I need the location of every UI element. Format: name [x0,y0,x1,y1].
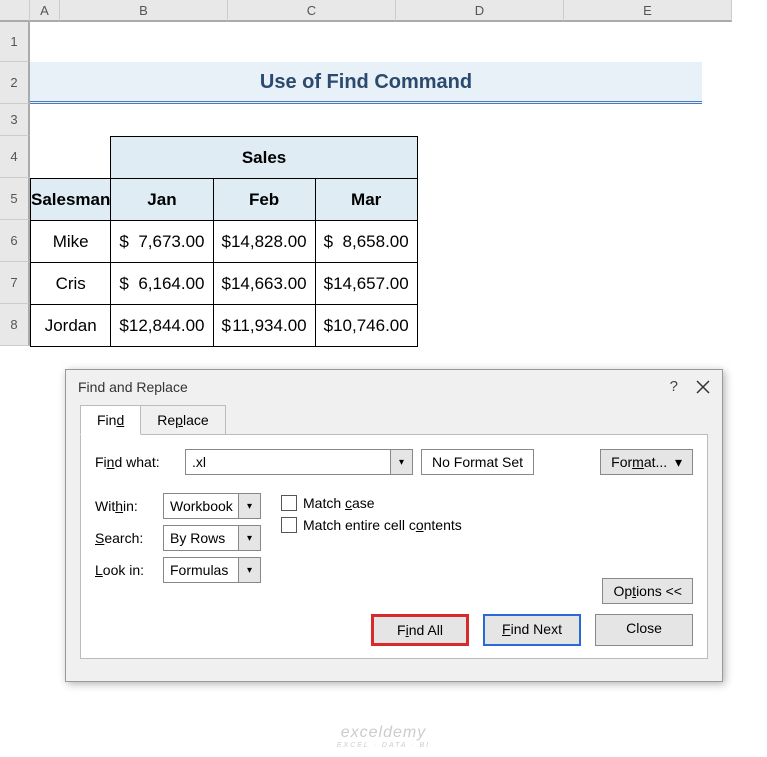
find-what-input-wrap: ▾ [185,449,413,475]
chevron-down-icon[interactable]: ▾ [238,494,260,518]
chevron-down-icon[interactable]: ▾ [238,558,260,582]
salesman-name[interactable]: Jordan [31,305,111,347]
lookin-select[interactable]: Formulas▾ [163,557,261,583]
month-feb[interactable]: Feb [213,179,315,221]
cell-value[interactable]: $14,663.00 [213,263,315,305]
cell-value[interactable]: $8,658.00 [315,221,417,263]
empty-cell[interactable] [31,137,111,179]
row-header-5[interactable]: 5 [0,178,30,220]
row-header-8[interactable]: 8 [0,304,30,346]
cell-value[interactable]: $14,828.00 [213,221,315,263]
watermark: exceldemy EXCEL · DATA · BI [337,724,430,749]
find-all-button[interactable]: Find All [371,614,469,646]
col-header-D[interactable]: D [396,0,564,22]
cell-value[interactable]: $6,164.00 [111,263,213,305]
dialog-title: Find and Replace [78,379,188,395]
format-button[interactable]: Format... ▾ [600,449,693,475]
row-header-2[interactable]: 2 [0,62,30,104]
row-header-6[interactable]: 6 [0,220,30,262]
sales-header[interactable]: Sales [111,137,417,179]
cell-value[interactable]: $10,746.00 [315,305,417,347]
within-label: Within: [95,498,157,514]
select-all-corner[interactable] [0,0,30,22]
page-title: Use of Find Command [30,62,702,104]
close-button[interactable]: Close [595,614,693,646]
sales-table: Sales Salesman Jan Feb Mar Mike $7,673.0… [30,136,418,347]
cell-value[interactable]: $14,657.00 [315,263,417,305]
table-row: Cris $6,164.00 $14,663.00 $14,657.00 [31,263,418,305]
search-label: Search: [95,530,157,546]
no-format-label: No Format Set [421,449,534,475]
row-header-1[interactable]: 1 [0,22,30,62]
month-mar[interactable]: Mar [315,179,417,221]
salesman-header[interactable]: Salesman [31,179,111,221]
tab-find[interactable]: Find [80,405,141,435]
col-header-C[interactable]: C [228,0,396,22]
col-header-E[interactable]: E [564,0,732,22]
find-next-button[interactable]: Find Next [483,614,581,646]
find-what-input[interactable] [186,452,390,472]
search-select[interactable]: By Rows▾ [163,525,261,551]
chevron-down-icon[interactable]: ▾ [238,526,260,550]
tab-replace[interactable]: Replace [140,405,225,435]
row-header-4[interactable]: 4 [0,136,30,178]
col-header-A[interactable]: A [30,0,60,22]
salesman-name[interactable]: Cris [31,263,111,305]
row-header-3[interactable]: 3 [0,104,30,136]
table-row: Jordan $12,844.00 $11,934.00 $10,746.00 [31,305,418,347]
match-case-label: Match case [303,495,375,511]
month-jan[interactable]: Jan [111,179,213,221]
cell-value[interactable]: $12,844.00 [111,305,213,347]
row-header-7[interactable]: 7 [0,262,30,304]
match-case-checkbox[interactable] [281,495,297,511]
find-what-label: Find what: [95,454,177,470]
lookin-label: Look in: [95,562,157,578]
match-entire-label: Match entire cell contents [303,517,462,533]
chevron-down-icon[interactable]: ▾ [390,450,412,474]
within-select[interactable]: Workbook▾ [163,493,261,519]
cell-value[interactable]: $11,934.00 [213,305,315,347]
cell-value[interactable]: $7,673.00 [111,221,213,263]
table-row: Mike $7,673.00 $14,828.00 $8,658.00 [31,221,418,263]
match-entire-checkbox[interactable] [281,517,297,533]
salesman-name[interactable]: Mike [31,221,111,263]
help-icon[interactable]: ? [670,378,678,395]
options-button[interactable]: Options << [602,578,693,604]
find-replace-dialog: Find and Replace ? Find Replace Find wha… [65,369,723,682]
col-header-B[interactable]: B [60,0,228,22]
close-icon[interactable] [696,380,710,394]
